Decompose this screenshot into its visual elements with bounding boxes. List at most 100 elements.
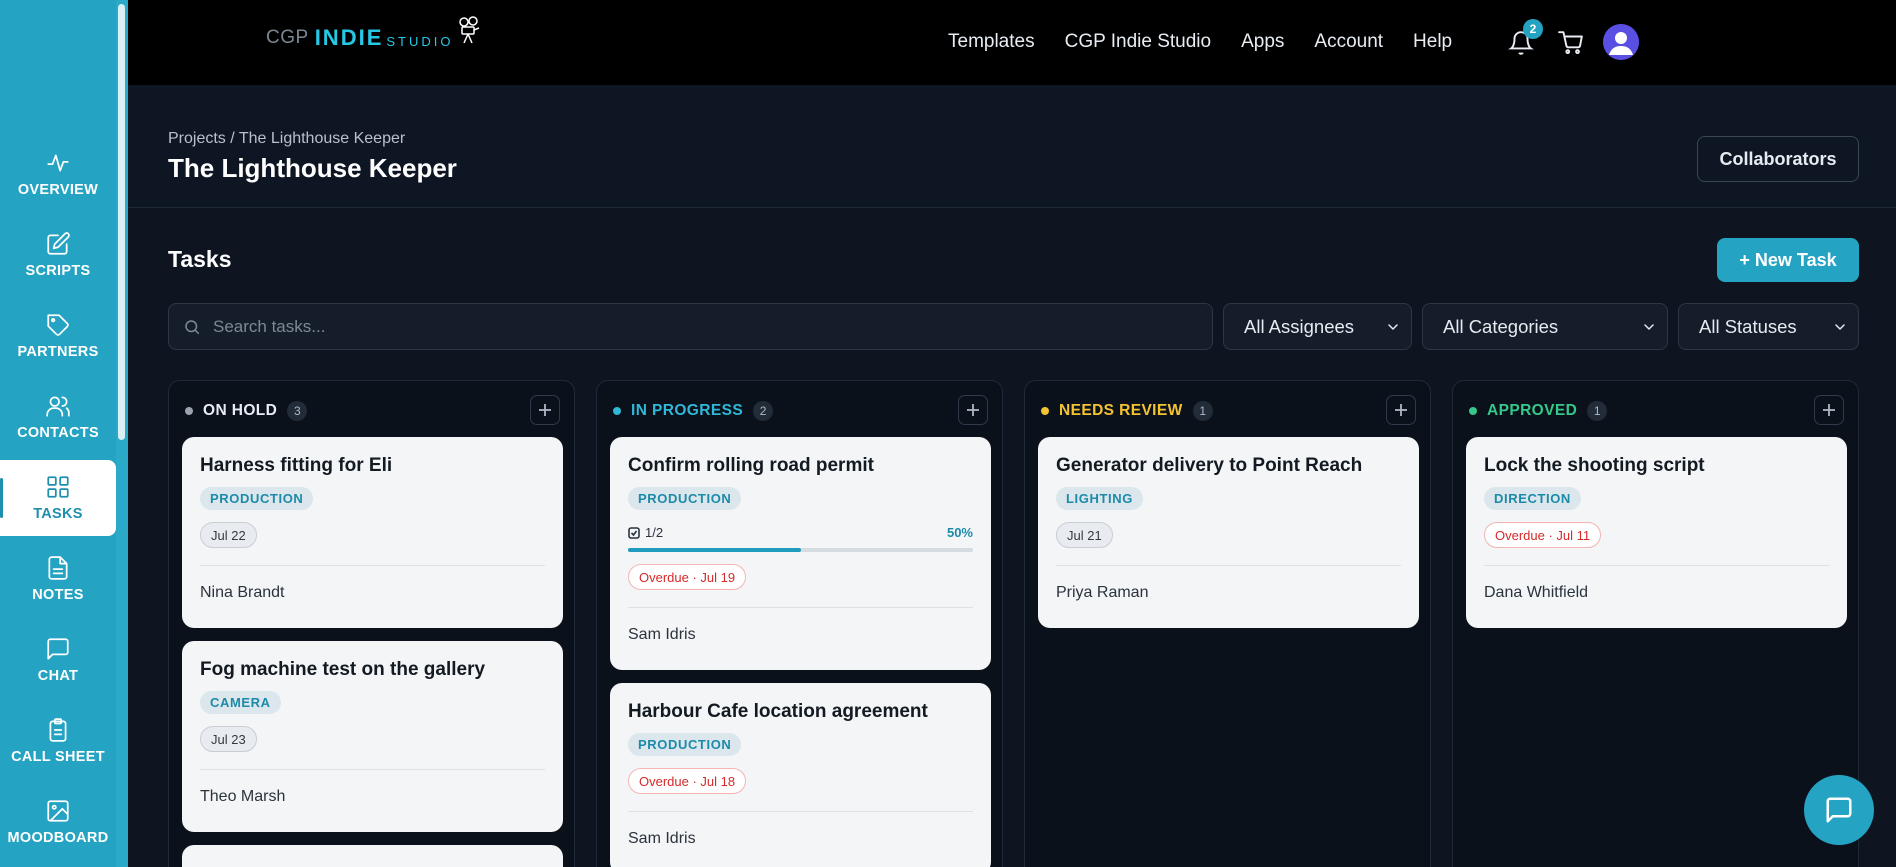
due-date-chip: Jul 23 [200, 726, 257, 752]
grid-icon [45, 474, 71, 500]
category-tag: PRODUCTION [628, 487, 742, 510]
sidebar: OVERVIEW SCRIPTS PARTNERS CONTACTS TASKS… [0, 0, 128, 867]
notification-badge: 2 [1523, 19, 1543, 39]
due-date-chip: Jul 21 [1056, 522, 1113, 548]
nav-link-cgp-indie-studio[interactable]: CGP Indie Studio [1065, 31, 1211, 53]
status-filter-value: All Statuses [1699, 315, 1797, 337]
category-tag: PRODUCTION [628, 733, 742, 756]
sidebar-item-label: NOTES [32, 587, 84, 603]
add-task-button[interactable] [530, 395, 560, 425]
sidebar-item-tasks[interactable]: TASKS [0, 460, 116, 536]
task-title: Fog machine test on the gallery [200, 659, 486, 680]
add-task-button[interactable] [958, 395, 988, 425]
sidebar-item-partners[interactable]: PARTNERS [0, 298, 116, 374]
sidebar-item-overview[interactable]: OVERVIEW [0, 136, 116, 212]
status-dot [185, 407, 193, 415]
task-card[interactable]: Harness fitting for Eli PRODUCTION Jul 2… [182, 437, 563, 628]
nav-link-account[interactable]: Account [1314, 31, 1383, 53]
card-divider [1484, 565, 1829, 566]
project-header: Projects / The Lighthouse Keeper The Lig… [128, 85, 1896, 208]
message-icon [45, 636, 71, 662]
assignee-filter-select[interactable]: All Assignees [1223, 303, 1412, 350]
cart-icon[interactable] [1558, 30, 1584, 61]
column-approved: APPROVED 1 Lock the shooting script DIRE… [1452, 380, 1859, 867]
task-card[interactable]: Lock the shooting script DIRECTION Overd… [1466, 437, 1847, 628]
users-icon [45, 393, 71, 419]
sidebar-scrollbar-thumb[interactable] [118, 4, 125, 440]
overdue-chip: Overdue · Jul 11 [1484, 522, 1602, 548]
assignee-name: Sam Idris [628, 830, 696, 847]
add-task-button[interactable] [1386, 395, 1416, 425]
logo-text-cgp: CGP [266, 27, 309, 48]
category-tag: LIGHTING [1056, 487, 1143, 510]
plus-icon [1395, 404, 1407, 416]
checkbox-icon [628, 526, 640, 539]
sidebar-item-label: CHAT [37, 668, 79, 684]
due-date-chip: Jul 22 [200, 522, 257, 548]
chat-support-button[interactable] [1804, 775, 1874, 845]
status-dot [1469, 407, 1477, 415]
column-needs-review: NEEDS REVIEW 1 Generator delivery to Poi… [1024, 380, 1431, 867]
sidebar-item-chat[interactable]: CHAT [0, 622, 116, 698]
tasks-heading: Tasks [168, 246, 232, 272]
column-count-badge: 1 [1192, 401, 1213, 421]
sidebar-item-label: MOODBOARD [7, 830, 109, 846]
column-header: ON HOLD 3 [185, 399, 308, 423]
clipboard-icon [45, 717, 71, 743]
sidebar-item-label: CALL SHEET [11, 749, 105, 765]
chevron-down-icon [1832, 318, 1848, 334]
sidebar-item-scripts[interactable]: SCRIPTS [0, 217, 116, 293]
logo-text-studio: STUDIO [386, 33, 454, 49]
sidebar-item-label: TASKS [33, 506, 83, 522]
plus-icon [539, 404, 551, 416]
sidebar-item-label: SCRIPTS [25, 263, 91, 279]
column-count-badge: 3 [287, 401, 308, 421]
column-count-badge: 2 [753, 401, 774, 421]
sidebar-item-notes[interactable]: NOTES [0, 541, 116, 617]
card-divider [628, 607, 973, 608]
overdue-chip: Overdue · Jul 18 [628, 768, 747, 794]
sidebar-item-call-sheet[interactable]: CALL SHEET [0, 703, 116, 779]
page-title: The Lighthouse Keeper [168, 153, 457, 183]
tag-icon [45, 312, 71, 338]
task-card[interactable]: Harbour Cafe location agreement PRODUCTI… [610, 683, 991, 867]
assignee-name: Priya Raman [1056, 584, 1149, 601]
add-task-button[interactable] [1814, 395, 1844, 425]
column-title: APPROVED [1487, 402, 1578, 419]
task-card[interactable]: Confirm rolling road permit PRODUCTION 1… [610, 437, 991, 670]
nav-link-templates[interactable]: Templates [948, 31, 1035, 53]
task-title: Harbour Cafe location agreement [628, 701, 928, 722]
task-card[interactable] [182, 845, 563, 867]
assignee-name: Nina Brandt [200, 584, 285, 601]
collaborators-button[interactable]: Collaborators [1697, 136, 1859, 182]
sidebar-item-contacts[interactable]: CONTACTS [0, 379, 116, 455]
task-card[interactable]: Fog machine test on the gallery CAMERA J… [182, 641, 563, 832]
assignee-name: Theo Marsh [200, 788, 286, 805]
image-icon [45, 798, 71, 824]
brand-logo[interactable]: CGP INDIE STUDIO [266, 15, 482, 58]
category-filter-value: All Categories [1443, 315, 1559, 337]
file-text-icon [45, 555, 71, 581]
new-task-button[interactable]: + New Task [1717, 238, 1859, 282]
nav-link-apps[interactable]: Apps [1241, 31, 1284, 53]
task-title: Lock the shooting script [1484, 455, 1705, 476]
category-tag: DIRECTION [1484, 487, 1581, 510]
chevron-down-icon [1641, 318, 1657, 334]
sidebar-item-label: PARTNERS [17, 344, 99, 360]
search-input[interactable] [213, 316, 1193, 337]
nav-link-help[interactable]: Help [1413, 31, 1452, 53]
sidebar-item-moodboard[interactable]: MOODBOARD [0, 784, 116, 860]
card-divider [1056, 565, 1401, 566]
user-avatar[interactable] [1603, 24, 1639, 60]
sidebar-item-label: OVERVIEW [17, 182, 99, 198]
assignee-filter-value: All Assignees [1244, 315, 1355, 337]
breadcrumb[interactable]: Projects / The Lighthouse Keeper [168, 130, 405, 148]
task-card[interactable]: Generator delivery to Point Reach LIGHTI… [1038, 437, 1419, 628]
progress-bar-fill [628, 548, 801, 552]
category-filter-select[interactable]: All Categories [1422, 303, 1668, 350]
column-title: IN PROGRESS [631, 402, 744, 419]
column-title: NEEDS REVIEW [1059, 402, 1183, 419]
checklist-text: 1/2 [645, 525, 664, 540]
status-filter-select[interactable]: All Statuses [1678, 303, 1859, 350]
task-title: Generator delivery to Point Reach [1056, 455, 1363, 476]
